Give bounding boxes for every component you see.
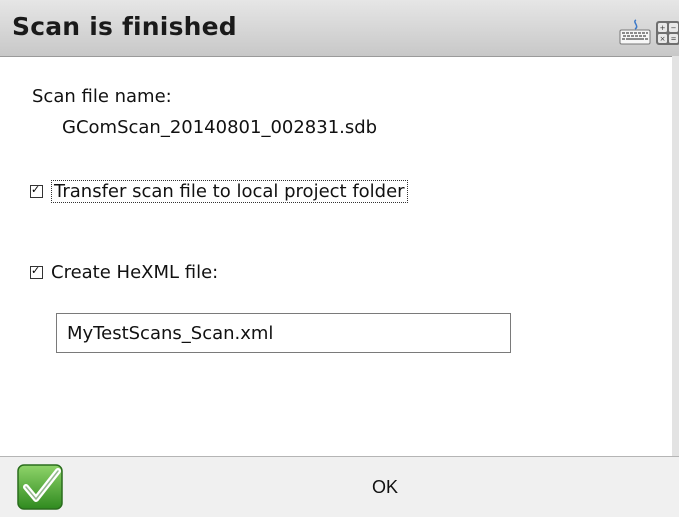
hexml-label[interactable]: Create HeXML file:: [51, 262, 218, 283]
transfer-label[interactable]: Transfer scan file to local project fold…: [51, 180, 408, 203]
transfer-checkbox[interactable]: ✓: [30, 183, 43, 198]
svg-text:+: +: [660, 24, 666, 32]
footer-bar: OK: [0, 456, 679, 517]
hexml-option[interactable]: ✓ Create HeXML file:: [30, 262, 218, 283]
hexml-filename-input[interactable]: [56, 313, 511, 353]
scan-file-name-label: Scan file name:: [32, 86, 172, 107]
calculator-icon[interactable]: + − × =: [655, 18, 679, 46]
checkmark-icon: ✓: [31, 183, 41, 196]
ok-button[interactable]: OK: [0, 457, 679, 517]
ok-button-label: OK: [372, 477, 399, 497]
dialog-title: Scan is finished: [12, 12, 237, 41]
scrollbar[interactable]: [672, 56, 679, 456]
scan-file-name-value: GComScan_20140801_002831.sdb: [62, 117, 378, 138]
keyboard-icon[interactable]: [618, 18, 652, 46]
green-checkmark-icon: [17, 464, 63, 510]
transfer-option[interactable]: ✓ Transfer scan file to local project fo…: [30, 180, 408, 203]
svg-text:=: =: [671, 35, 677, 43]
scan-finished-dialog: Scan is finished + − × = Scan file name:…: [0, 0, 679, 517]
checkmark-icon: ✓: [31, 264, 41, 277]
hexml-checkbox[interactable]: ✓: [30, 264, 43, 279]
svg-text:−: −: [671, 24, 677, 32]
svg-text:×: ×: [660, 35, 666, 43]
title-bar: Scan is finished + − × =: [0, 0, 679, 57]
